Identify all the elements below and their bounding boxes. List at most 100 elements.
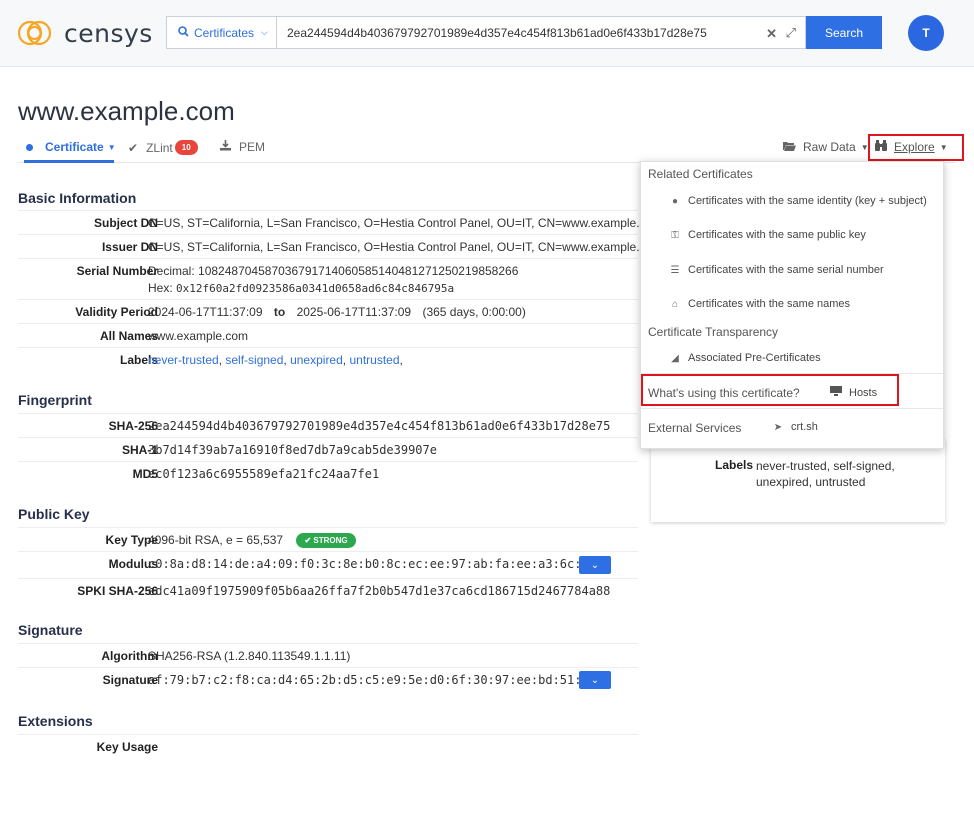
menu-item-same-identity[interactable]: ● Certificates with the same identity (k…: [668, 195, 927, 207]
expand-icon[interactable]: ⤢: [786, 25, 796, 41]
menu-item-label: Certificates with the same names: [688, 298, 851, 310]
validity-to-word: to: [273, 305, 286, 319]
paper-plane-icon: ➤: [773, 421, 783, 433]
serial-row: Serial Number Decimal: 10824870458703679…: [18, 258, 638, 300]
serial-label: Serial Number: [76, 264, 158, 278]
search-bar: Certificates ⌵ 2ea244594d4b4036797927019…: [166, 16, 882, 49]
hosts-highlight-box: [641, 374, 899, 406]
barcode-icon: ☰: [670, 264, 680, 276]
md5-row: MD5 ec0f123a6c6955589efa21fc24aa7fe1: [18, 461, 638, 485]
external-services-header: External Services: [648, 421, 742, 435]
check-icon: ✔: [128, 140, 139, 155]
tab-certificate[interactable]: Certificate ▼: [26, 140, 116, 154]
label-link[interactable]: never-trusted: [148, 353, 219, 367]
expand-signature-button[interactable]: ⌄: [579, 671, 611, 689]
menu-item-label: Associated Pre-Certificates: [688, 352, 821, 364]
search-input[interactable]: 2ea244594d4b403679792701989e4d357e4c454f…: [276, 16, 806, 49]
search-type-label: Certificates: [194, 25, 255, 40]
spki-link[interactable]: edc41a09f1975909f05b6aa26ffa7f2b0b547d1e…: [148, 584, 610, 598]
tab-bar: Certificate ▼ ✔ ZLint 10 PEM Raw Data ▼ …: [18, 136, 956, 163]
signature-title: Signature: [18, 622, 83, 638]
label-link[interactable]: untrusted: [349, 353, 399, 367]
menu-item-same-names[interactable]: ⌂ Certificates with the same names: [668, 298, 850, 310]
serial-decimal-value: 1082487045870367917140605851404812712502…: [198, 264, 519, 278]
search-type-select[interactable]: Certificates ⌵: [166, 16, 276, 49]
expand-modulus-button[interactable]: ⌄: [579, 556, 611, 574]
search-input-value: 2ea244594d4b403679792701989e4d357e4c454f…: [287, 25, 707, 40]
sha1-row: SHA-1 3b7d14f39ab7a16910f8ed7db7a9cab5de…: [18, 437, 638, 461]
chevron-down-icon: ⌄: [590, 559, 600, 571]
certificate-transparency-header: Certificate Transparency: [648, 325, 779, 339]
menu-item-label: Certificates with the same public key: [688, 229, 866, 241]
summary-card: Labels never-trusted, self-signed, unexp…: [651, 440, 945, 522]
menu-item-label: Certificates with the same identity (key…: [688, 195, 927, 207]
spki-row: SPKI SHA-256 edc41a09f1975909f05b6aa26ff…: [18, 578, 638, 602]
menu-item-label: crt.sh: [791, 421, 818, 433]
subject-dn-value: C=US, ST=California, L=San Francisco, O=…: [148, 216, 663, 230]
key-usage-label: Key Usage: [96, 740, 158, 754]
modulus-row: Modulus c0:8a:d8:14:de:a4:09:f0:3c:8e:b0…: [18, 551, 638, 579]
menu-item-same-serial[interactable]: ☰ Certificates with the same serial numb…: [668, 264, 884, 276]
download-icon: [220, 140, 231, 154]
menu-item-pre-certificates[interactable]: ◢ Associated Pre-Certificates: [668, 352, 821, 364]
basic-info-title: Basic Information: [18, 190, 137, 206]
validity-row: Validity Period 2024-06-17T11:37:09 to 2…: [18, 299, 638, 323]
home-icon: ⌂: [671, 298, 679, 310]
serial-hex-prefix: Hex:: [148, 281, 173, 295]
censys-logo[interactable]: censys: [18, 18, 153, 48]
key-type-row: Key Type 4096-bit RSA, e = 65,537 ✔ STRO…: [18, 527, 638, 551]
clear-icon[interactable]: ✕: [766, 26, 777, 42]
user-avatar[interactable]: T: [908, 15, 944, 51]
menu-item-label: Certificates with the same serial number: [688, 264, 884, 276]
public-key-title: Public Key: [18, 506, 90, 522]
spki-label: SPKI SHA-256: [77, 584, 158, 598]
sha1-value: 3b7d14f39ab7a16910f8ed7db7a9cab5de39907e: [148, 443, 437, 457]
active-tab-indicator: [24, 160, 114, 163]
chevron-down-icon: ⌵: [261, 27, 268, 37]
labels-list: never-trusted, self-signed, unexpired, u…: [148, 353, 403, 367]
label-link[interactable]: self-signed: [225, 353, 283, 367]
algorithm-value: SHA256-RSA (1.2.840.113549.1.1.11): [148, 649, 351, 663]
tab-pem[interactable]: PEM: [220, 140, 265, 154]
validity-value: 2024-06-17T11:37:09 to 2025-06-17T11:37:…: [148, 305, 526, 319]
name-link[interactable]: www.example.com: [148, 329, 248, 343]
caret-down-icon: ▼: [107, 142, 116, 152]
chevron-down-icon: ⌄: [590, 674, 600, 686]
user-icon: ●: [671, 195, 679, 207]
serial-hex-value: 0x12f60a2fd0923586a0341d0658ad6c84c84679…: [176, 282, 455, 295]
key-usage-row: Key Usage: [18, 734, 638, 758]
top-bar: censys Certificates ⌵ 2ea244594d4b403679…: [0, 0, 974, 67]
serial-hex: Hex: 0x12f60a2fd0923586a0341d0658ad6c84c…: [148, 281, 454, 295]
tab-zlint-label: ZLint: [146, 140, 173, 155]
raw-data-menu[interactable]: Raw Data ▼: [783, 140, 869, 154]
all-names-row: All Names www.example.com: [18, 323, 638, 347]
sha256-value: 2ea244594d4b403679792701989e4d357e4c454f…: [148, 419, 611, 433]
summary-labels-line: never-trusted, self-signed,: [756, 459, 895, 473]
search-icon: [178, 25, 189, 40]
serial-decimal-prefix: Decimal:: [148, 264, 195, 278]
tab-zlint[interactable]: ✔ ZLint 10: [128, 140, 198, 155]
sha256-row: SHA-256 2ea244594d4b403679792701989e4d35…: [18, 413, 638, 437]
explore-highlight-box: [868, 134, 964, 161]
modulus-value: c0:8a:d8:14:de:a4:09:f0:3c:8e:b0:8c:ec:e…: [148, 557, 582, 571]
signature-row: Signature af:79:b7:c2:f8:ca:d4:65:2b:d5:…: [18, 667, 638, 695]
label-link[interactable]: unexpired: [290, 353, 343, 367]
bullhorn-icon: ◢: [671, 352, 679, 364]
zlint-count-badge: 10: [174, 140, 198, 155]
menu-item-crtsh[interactable]: ➤ crt.sh: [771, 421, 818, 433]
folder-open-icon: [783, 140, 796, 154]
algorithm-row: Algorithm SHA256-RSA (1.2.840.113549.1.1…: [18, 643, 638, 667]
subject-dn-row: Subject DN C=US, ST=California, L=San Fr…: [18, 210, 662, 234]
md5-value: ec0f123a6c6955589efa21fc24aa7fe1: [148, 467, 380, 481]
validity-to: 2025-06-17T11:37:09: [296, 305, 412, 319]
validity-label: Validity Period: [75, 305, 158, 319]
summary-labels-line: unexpired, untrusted: [756, 475, 866, 489]
validity-from: 2024-06-17T11:37:09: [148, 305, 263, 319]
logo-text: censys: [64, 18, 153, 48]
serial-decimal: Decimal: 1082487045870367917140605851404…: [148, 264, 518, 278]
key-type-value: 4096-bit RSA, e = 65,537 ✔ STRONG: [148, 533, 356, 549]
search-button[interactable]: Search: [806, 16, 882, 49]
dot-icon: [26, 143, 33, 151]
validity-duration: (365 days, 0:00:00): [422, 305, 526, 319]
menu-item-same-public-key[interactable]: ⚿ Certificates with the same public key: [668, 229, 866, 241]
